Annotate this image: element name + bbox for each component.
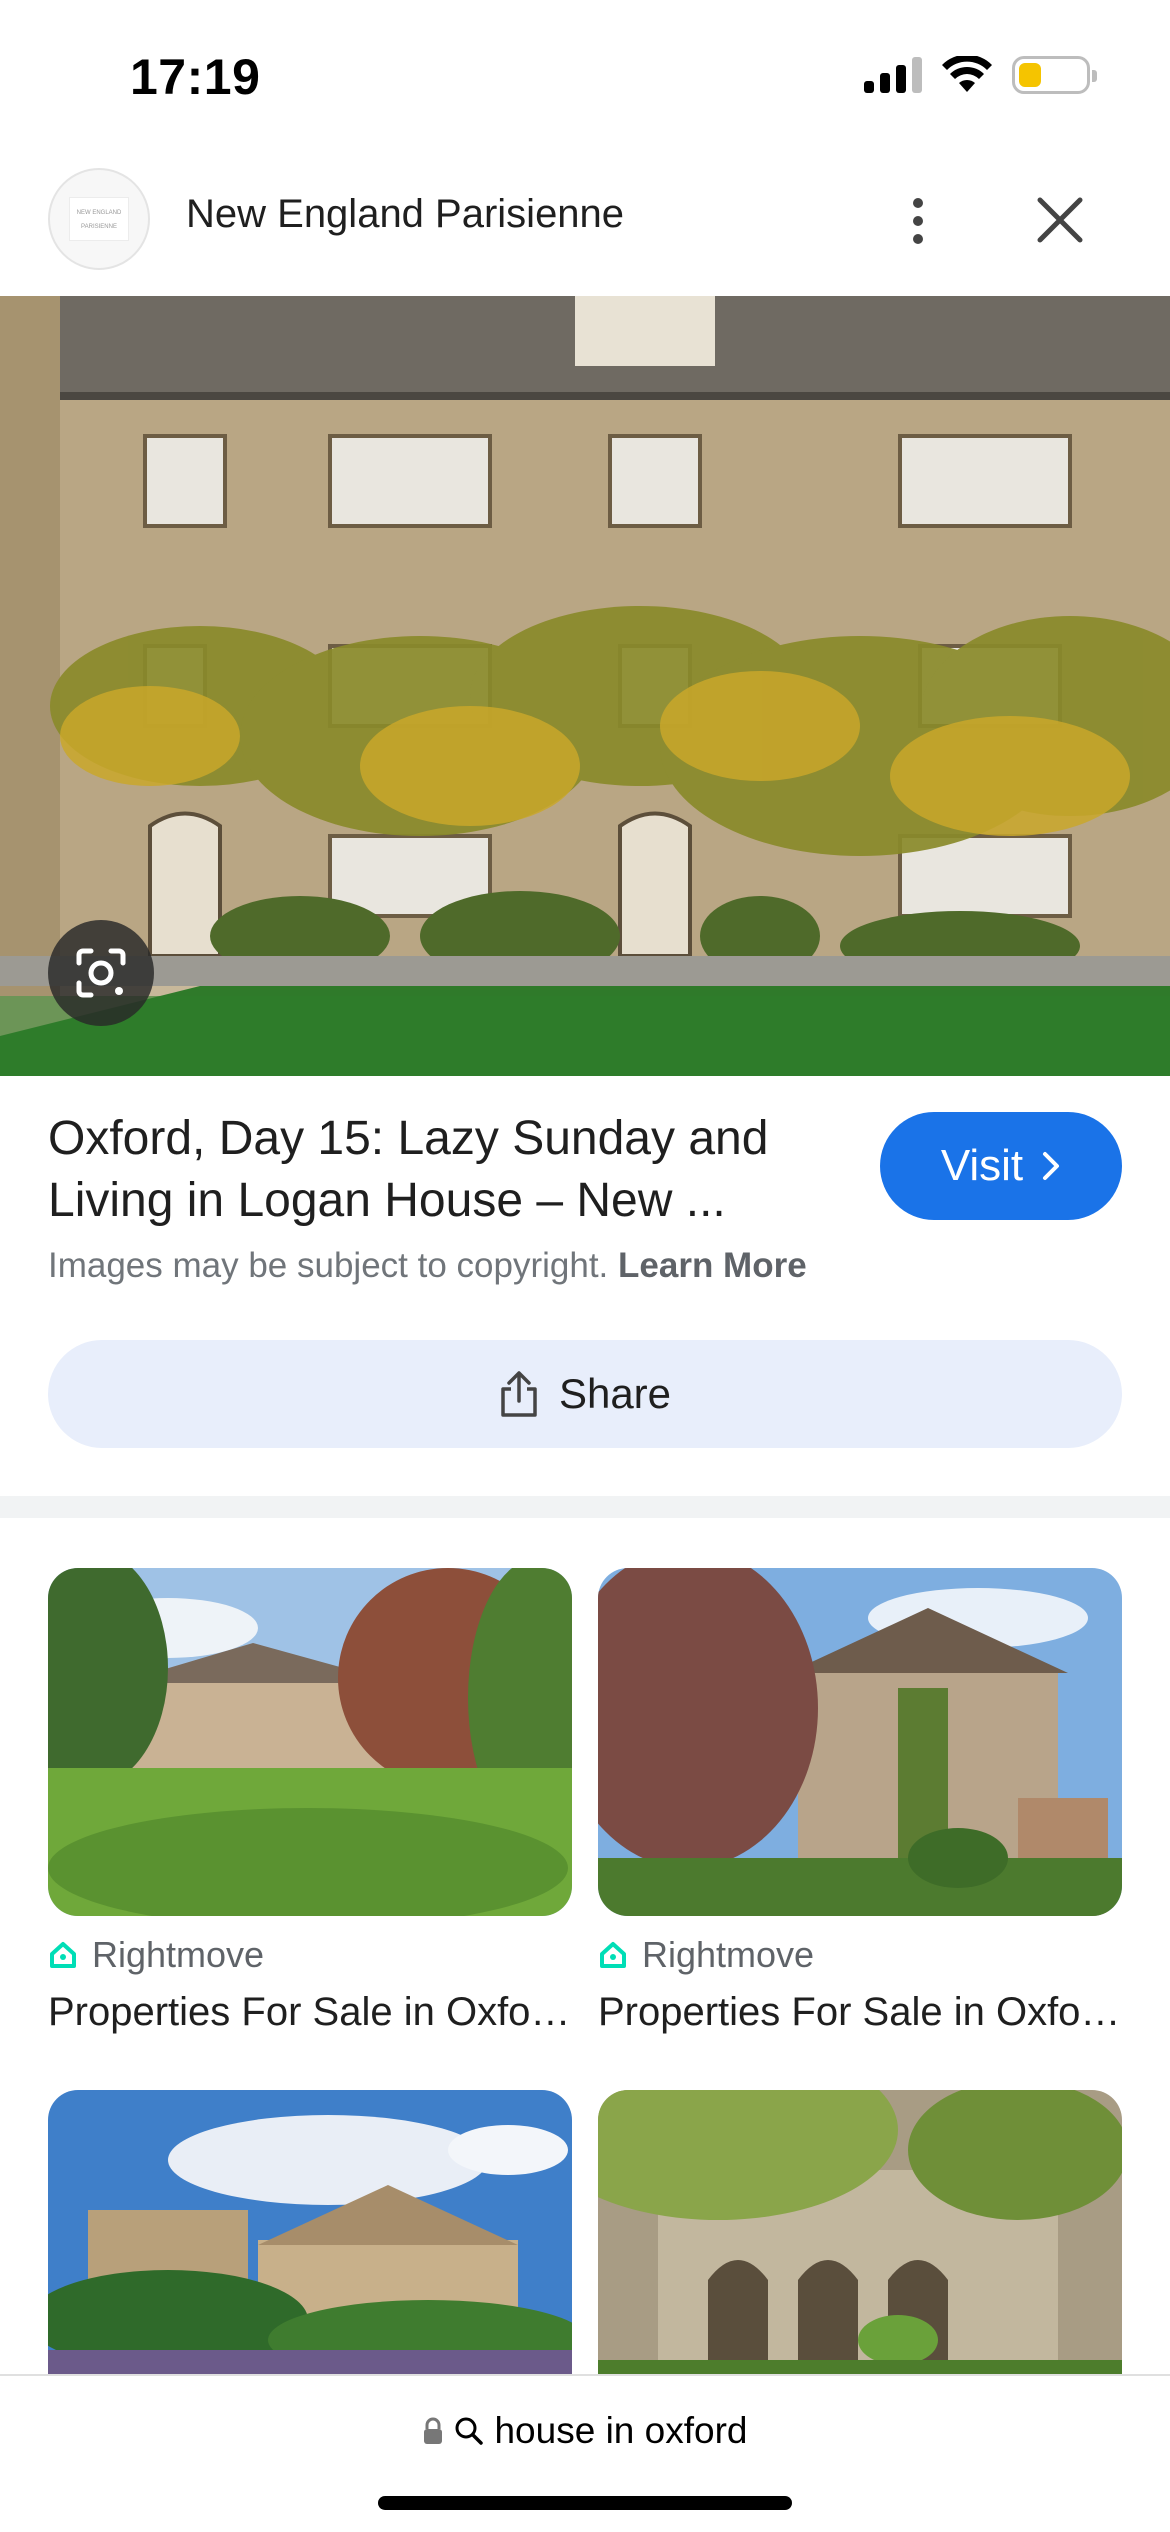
more-options-button[interactable] bbox=[890, 186, 946, 256]
close-icon[interactable] bbox=[1030, 190, 1090, 250]
stone-house-image bbox=[0, 296, 1170, 1076]
result-source-name: Rightmove bbox=[642, 1934, 815, 1975]
share-label: Share bbox=[558, 1370, 672, 1417]
wifi-icon bbox=[942, 56, 992, 92]
share-button[interactable]: Share bbox=[48, 1340, 1122, 1448]
visit-button[interactable]: Visit bbox=[880, 1112, 1122, 1220]
status-bar: 17:19 bbox=[0, 0, 1170, 150]
site-logo-text: NEW ENGLAND PARISIENNE bbox=[69, 197, 129, 241]
related-result-card[interactable]: Rightmove Properties For Sale in Oxford … bbox=[48, 1568, 572, 2035]
result-thumbnail[interactable] bbox=[598, 1568, 1122, 1916]
rightmove-icon bbox=[50, 1942, 76, 1968]
status-icons bbox=[864, 56, 1097, 94]
google-lens-icon bbox=[76, 948, 126, 998]
copyright-text: Images may be subject to copyright. bbox=[48, 1246, 609, 1285]
rightmove-icon bbox=[600, 1942, 626, 1968]
section-divider bbox=[0, 1496, 1170, 1518]
share-icon bbox=[501, 1371, 537, 1417]
cellular-signal-icon bbox=[864, 57, 922, 93]
status-time: 17:19 bbox=[130, 49, 261, 105]
site-logo[interactable]: NEW ENGLAND PARISIENNE bbox=[48, 168, 150, 270]
result-thumbnail[interactable] bbox=[598, 2090, 1122, 2380]
home-indicator[interactable] bbox=[378, 2496, 792, 2510]
related-result-card[interactable]: Rightmove Properties For Sale in Oxford … bbox=[598, 1568, 1122, 2035]
address-bar[interactable]: house in oxford bbox=[0, 2410, 1170, 2452]
url-text: house in oxford bbox=[494, 2410, 748, 2451]
copyright-notice: Images may be subject to copyright. Lear… bbox=[48, 1246, 807, 1286]
main-image[interactable] bbox=[0, 296, 1170, 1076]
related-result-card[interactable] bbox=[598, 2090, 1122, 2380]
result-source: Rightmove bbox=[598, 1934, 1122, 1976]
result-thumbnail[interactable] bbox=[48, 2090, 572, 2380]
viewer-header: NEW ENGLAND PARISIENNE New England Paris… bbox=[0, 150, 1170, 296]
result-source-name: Rightmove bbox=[92, 1934, 265, 1975]
lock-icon bbox=[424, 2417, 443, 2444]
bottom-url-bar: house in oxford bbox=[0, 2374, 1170, 2532]
google-lens-button[interactable] bbox=[48, 920, 154, 1026]
chevron-right-icon bbox=[1043, 1152, 1060, 1180]
result-source: Rightmove bbox=[48, 1934, 572, 1976]
learn-more-link[interactable]: Learn More bbox=[618, 1246, 807, 1285]
battery-icon bbox=[1012, 56, 1097, 94]
site-name[interactable]: New England Parisienne bbox=[186, 192, 624, 237]
result-title[interactable]: Properties For Sale in Oxford | Rightmov… bbox=[48, 1990, 572, 2035]
result-thumbnail[interactable] bbox=[48, 1568, 572, 1916]
visit-label: Visit bbox=[940, 1141, 1024, 1190]
related-result-card[interactable] bbox=[48, 2090, 572, 2380]
search-icon bbox=[455, 2417, 484, 2445]
result-title[interactable]: Oxford, Day 15: Lazy Sunday and Living i… bbox=[48, 1108, 848, 1232]
result-title[interactable]: Properties For Sale in Oxford | Rightmov… bbox=[598, 1990, 1122, 2035]
